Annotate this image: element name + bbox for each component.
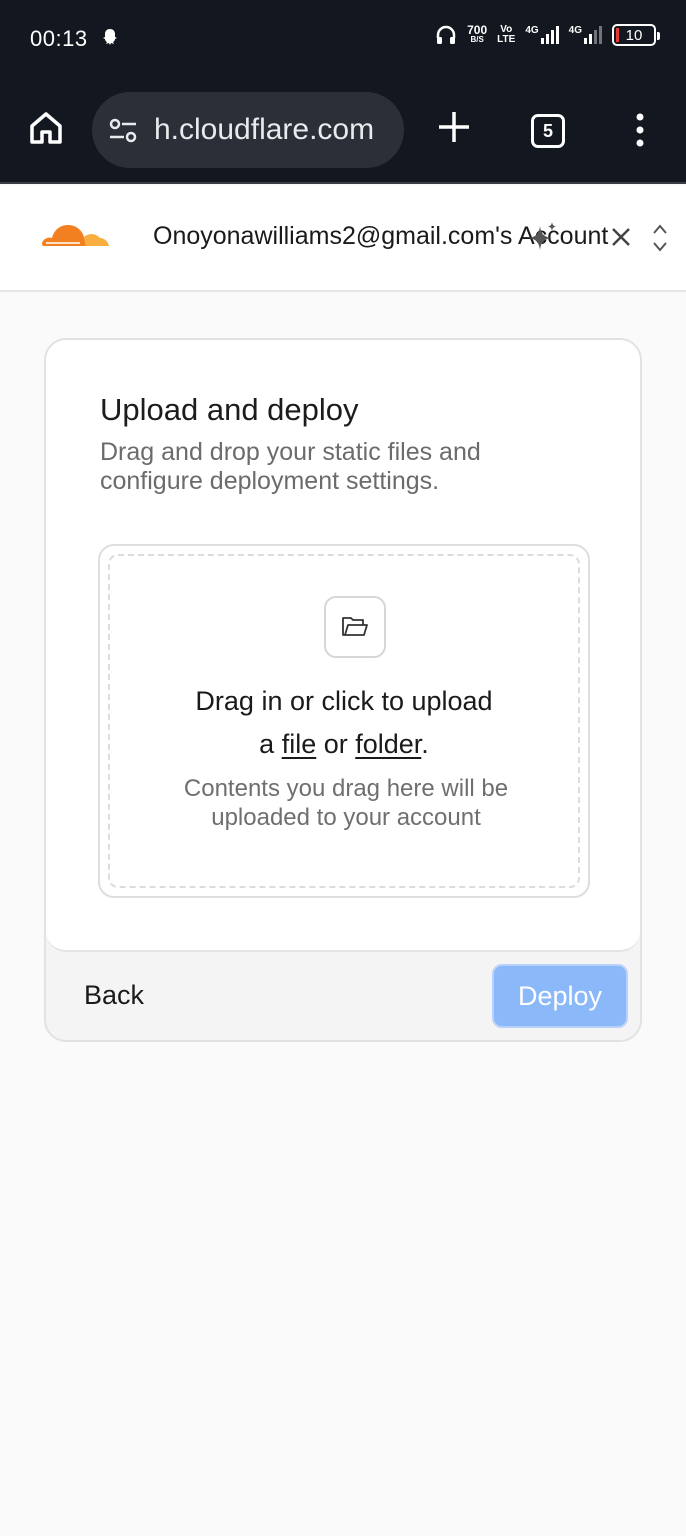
volte-bottom: LTE bbox=[497, 34, 516, 45]
dropzone-suffix: . bbox=[421, 729, 429, 759]
account-name[interactable]: Onoyonawilliams2@gmail.com's Account bbox=[153, 222, 633, 251]
upload-file-link[interactable]: file bbox=[282, 729, 317, 759]
signal-sim1: 4G bbox=[525, 25, 559, 44]
status-bar: 00:13 700 B/S Vo LTE 4G 4G 10 bbox=[0, 0, 686, 80]
signal-sim2: 4G bbox=[569, 26, 602, 44]
snapchat-icon bbox=[103, 29, 117, 45]
url-text[interactable]: h.cloudflare.com bbox=[154, 113, 392, 147]
deploy-button[interactable]: Deploy bbox=[492, 964, 628, 1028]
close-icon[interactable] bbox=[608, 224, 634, 250]
account-header: Onoyonawilliams2@gmail.com's Account bbox=[0, 186, 686, 292]
upload-dropzone[interactable]: Drag in or click to upload a file or fol… bbox=[98, 544, 590, 898]
chevron-up-down-icon[interactable] bbox=[650, 220, 670, 256]
more-menu-icon[interactable] bbox=[632, 112, 648, 148]
dropzone-instruction: Drag in or click to upload bbox=[195, 686, 493, 716]
tab-count: 5 bbox=[542, 120, 553, 141]
battery-icon: 10 bbox=[612, 24, 660, 46]
headphones-icon bbox=[436, 25, 456, 44]
net1-label: 4G bbox=[525, 25, 539, 36]
signal-bars-icon bbox=[540, 26, 559, 44]
upload-card-body: Upload and deploy Drag and drop your sta… bbox=[46, 340, 640, 952]
net-speed-value: 700 bbox=[467, 23, 488, 37]
dropzone-note: Contents you drag here will be uploaded … bbox=[183, 775, 509, 831]
back-button[interactable]: Back bbox=[84, 980, 144, 1011]
volte-indicator: Vo LTE bbox=[497, 25, 515, 45]
battery-level: 10 bbox=[625, 26, 643, 44]
site-settings-icon[interactable] bbox=[108, 118, 138, 144]
card-title: Upload and deploy bbox=[100, 392, 359, 427]
cloudflare-logo[interactable] bbox=[40, 216, 112, 252]
dropzone-links: a file or folder. bbox=[110, 729, 578, 760]
upload-folder-link[interactable]: folder bbox=[355, 729, 421, 759]
home-icon[interactable] bbox=[26, 108, 66, 148]
new-tab-icon[interactable] bbox=[436, 109, 472, 145]
net2-label: 4G bbox=[568, 25, 582, 36]
dropzone-prefix: a bbox=[259, 729, 282, 759]
tab-switcher-button[interactable]: 5 bbox=[531, 114, 565, 148]
status-time: 00:13 bbox=[30, 26, 88, 51]
status-indicators: 700 B/S Vo LTE 4G 4G 10 bbox=[435, 23, 660, 46]
signal-bars-icon bbox=[584, 26, 602, 44]
dropzone-dashed-area[interactable]: Drag in or click to upload a file or fol… bbox=[108, 554, 580, 888]
address-bar[interactable]: h.cloudflare.com bbox=[92, 92, 404, 168]
card-description: Drag and drop your static files and conf… bbox=[100, 438, 481, 495]
upload-card: Upload and deploy Drag and drop your sta… bbox=[44, 338, 642, 1042]
sparkle-icon[interactable] bbox=[526, 220, 560, 254]
browser-toolbar: h.cloudflare.com 5 bbox=[0, 80, 686, 184]
folder-open-icon-button[interactable] bbox=[324, 596, 386, 658]
folder-open-icon bbox=[342, 617, 368, 636]
net-speed: 700 B/S bbox=[467, 23, 488, 45]
dropzone-or: or bbox=[316, 729, 356, 759]
